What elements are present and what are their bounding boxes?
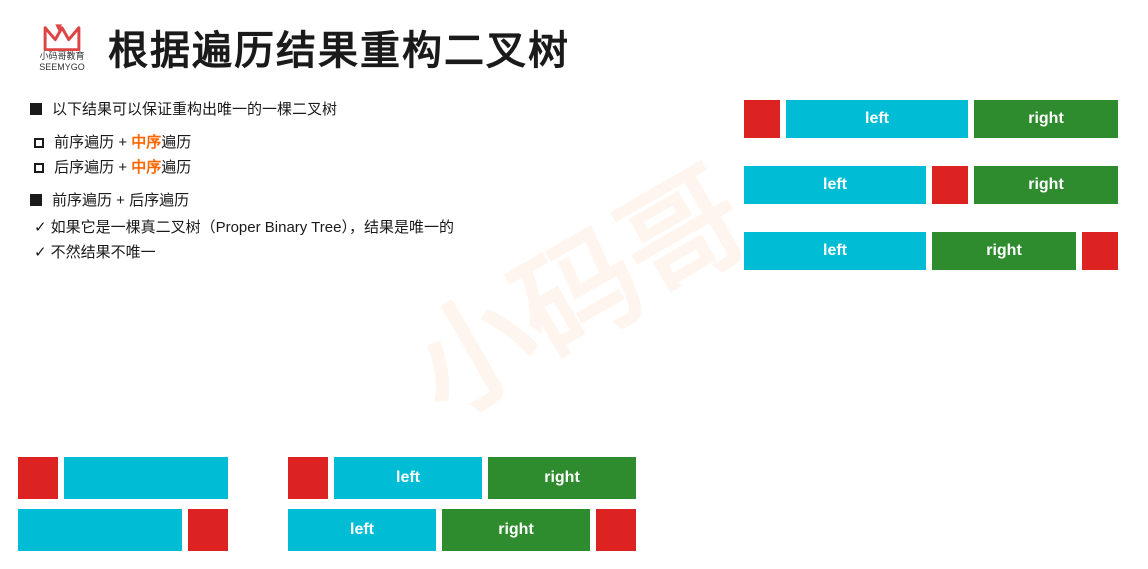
header: 小码哥教育 SEEMYGO 根据遍历结果重构二叉树 — [30, 18, 1118, 76]
line2: 前序遍历 + 中序遍历 — [30, 131, 1118, 152]
bottom-diagrams: left right left right — [18, 457, 636, 551]
cyan-block-bl1 — [64, 457, 228, 499]
logo-icon — [40, 21, 84, 51]
main-content: 小码哥教育 SEEMYGO 根据遍历结果重构二叉树 以下结果可以保证重构出唯一的… — [0, 0, 1148, 292]
br-row1: left right — [288, 457, 636, 499]
left-block-br1: left — [334, 457, 482, 499]
line3: 后序遍历 + 中序遍历 — [30, 156, 1118, 177]
line4: 前序遍历 + 后序遍历 — [30, 189, 1118, 210]
red-block-bl2 — [188, 509, 228, 551]
right-block-br2: right — [442, 509, 590, 551]
logo: 小码哥教育 SEEMYGO — [30, 21, 94, 73]
logo-bottom-text: SEEMYGO — [39, 62, 85, 73]
section-1: 以下结果可以保证重构出唯一的一棵二叉树 — [30, 98, 1118, 119]
line5: ✓如果它是一棵真二叉树（Proper Binary Tree），结果是唯一的 — [30, 216, 1118, 237]
right-block-br1: right — [488, 457, 636, 499]
bl-row1 — [18, 457, 228, 499]
bottom-left-col — [18, 457, 228, 551]
bottom-right-col: left right left right — [288, 457, 636, 551]
logo-top-text: 小码哥教育 — [39, 51, 85, 62]
cyan-block-bl2 — [18, 509, 182, 551]
line6: ✓不然结果不唯一 — [30, 241, 1118, 262]
red-block-br1 — [288, 457, 328, 499]
br-row2: left right — [288, 509, 636, 551]
section-3: 前序遍历 + 后序遍历 ✓如果它是一棵真二叉树（Proper Binary Tr… — [30, 189, 1118, 262]
red-block-bl1 — [18, 457, 58, 499]
left-block-br2: left — [288, 509, 436, 551]
line1: 以下结果可以保证重构出唯一的一棵二叉树 — [30, 98, 1118, 119]
page-title: 根据遍历结果重构二叉树 — [108, 18, 570, 76]
bl-row2 — [18, 509, 228, 551]
red-block-br2 — [596, 509, 636, 551]
section-2: 前序遍历 + 中序遍历 后序遍历 + 中序遍历 — [30, 131, 1118, 177]
